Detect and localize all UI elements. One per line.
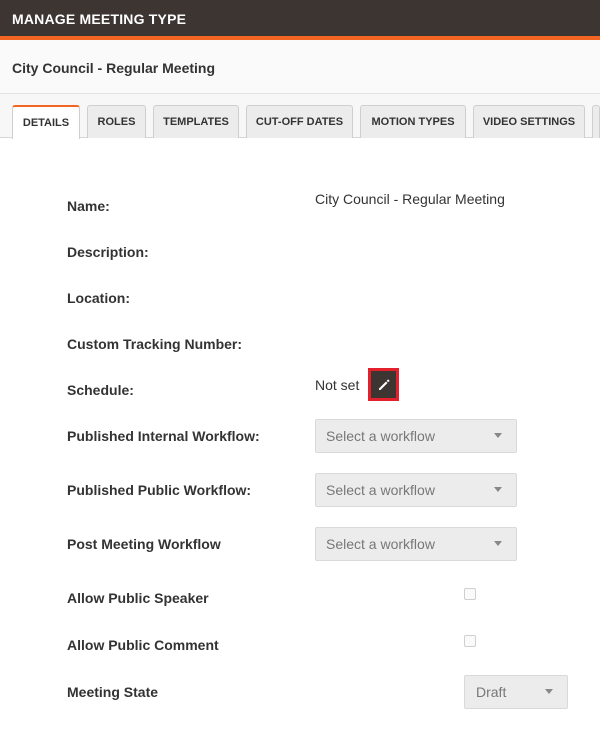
pencil-icon [378, 379, 389, 390]
tab-label: VIDEO SETTINGS [482, 116, 576, 128]
location-label: Location: [67, 290, 130, 306]
tracking-number-label: Custom Tracking Number: [67, 336, 243, 352]
public-speaker-checkbox[interactable] [464, 588, 476, 600]
tab-more[interactable] [592, 105, 600, 138]
tab-templates[interactable]: TEMPLATES [153, 105, 239, 138]
public-comment-checkbox[interactable] [464, 635, 476, 647]
post-meeting-workflow-label: Post Meeting Workflow [67, 536, 221, 552]
public-workflow-select[interactable]: Select a workflow [315, 473, 517, 507]
edit-schedule-button[interactable] [368, 368, 399, 401]
tab-label: CUT-OFF DATES [255, 116, 344, 128]
chevron-down-icon [494, 433, 502, 438]
title-bar: MANAGE MEETING TYPE [0, 0, 600, 40]
select-placeholder: Select a workflow [326, 482, 435, 498]
subheader: City Council - Regular Meeting [0, 40, 600, 94]
schedule-label: Schedule: [67, 382, 134, 398]
name-value: City Council - Regular Meeting [315, 191, 505, 207]
select-placeholder: Select a workflow [326, 428, 435, 444]
select-placeholder: Select a workflow [326, 536, 435, 552]
tab-motion-types[interactable]: MOTION TYPES [360, 105, 466, 138]
tab-label: DETAILS [22, 117, 70, 129]
public-comment-label: Allow Public Comment [67, 637, 219, 653]
tab-details[interactable]: DETAILS [12, 105, 80, 139]
schedule-value: Not set [315, 377, 360, 393]
name-label: Name: [67, 198, 110, 214]
page-title: MANAGE MEETING TYPE [12, 11, 187, 27]
meeting-state-select[interactable]: Draft [464, 675, 568, 709]
public-workflow-label: Published Public Workflow: [67, 482, 252, 498]
description-label: Description: [67, 244, 149, 260]
tab-label: TEMPLATES [163, 116, 229, 128]
internal-workflow-select[interactable]: Select a workflow [315, 419, 517, 453]
meeting-state-value: Draft [476, 684, 507, 700]
meeting-state-label: Meeting State [67, 684, 159, 700]
tab-roles[interactable]: ROLES [87, 105, 146, 138]
chevron-down-icon [545, 689, 553, 694]
chevron-down-icon [494, 541, 502, 546]
public-speaker-label: Allow Public Speaker [67, 590, 209, 606]
tab-label: ROLES [97, 116, 136, 128]
tab-label: MOTION TYPES [371, 116, 455, 128]
tab-video-settings[interactable]: VIDEO SETTINGS [473, 105, 585, 138]
post-meeting-workflow-select[interactable]: Select a workflow [315, 527, 517, 561]
tab-bar: DETAILS ROLES TEMPLATES CUT-OFF DATES MO… [0, 94, 600, 139]
chevron-down-icon [494, 487, 502, 492]
internal-workflow-label: Published Internal Workflow: [67, 428, 260, 444]
meeting-type-name: City Council - Regular Meeting [12, 60, 216, 76]
tab-cut-off-dates[interactable]: CUT-OFF DATES [246, 105, 353, 138]
